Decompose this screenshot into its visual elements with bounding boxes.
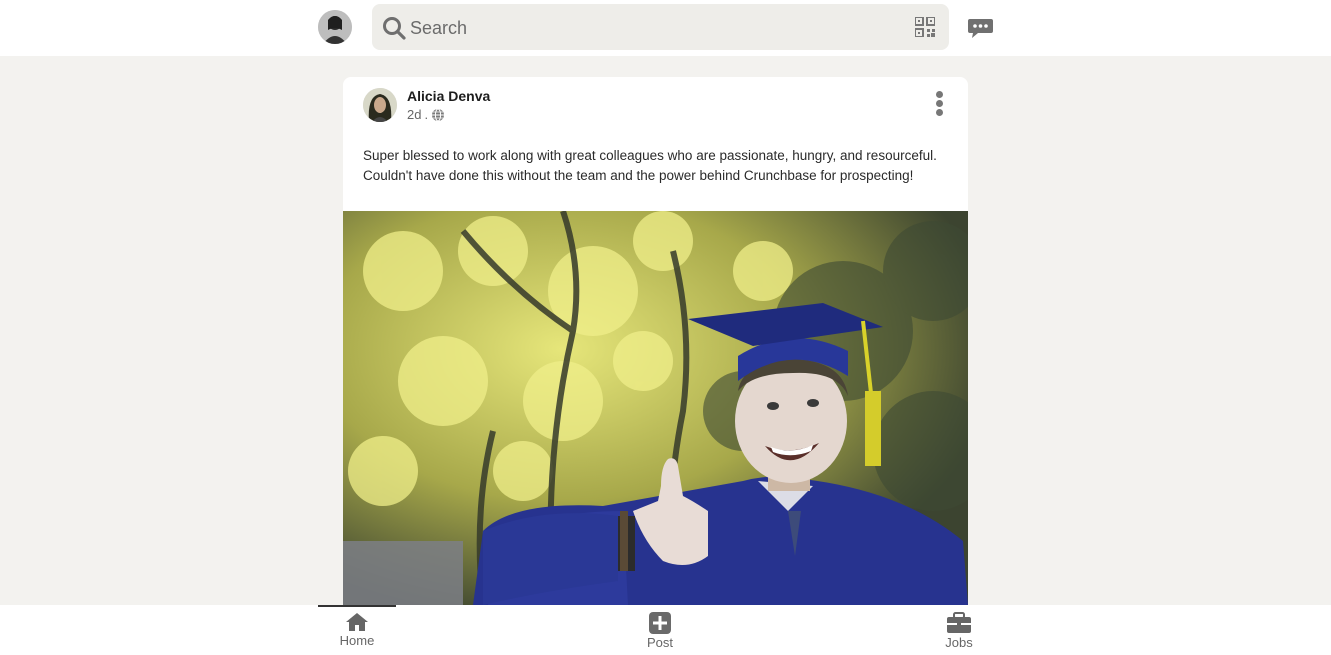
post-card: Alicia Denva 2d . Super blessed to work …: [343, 77, 968, 617]
qr-code-icon[interactable]: [915, 17, 935, 37]
author-avatar[interactable]: [363, 88, 397, 122]
active-tab-indicator: [318, 605, 396, 607]
nav-post-label: Post: [646, 635, 673, 650]
nav-post[interactable]: Post: [615, 609, 705, 653]
nav-jobs[interactable]: Jobs: [914, 609, 1004, 653]
search-input[interactable]: [408, 12, 892, 44]
home-icon: [346, 613, 368, 631]
messaging-icon[interactable]: [967, 16, 994, 40]
bottom-navigation: Home Post Jobs: [0, 605, 1331, 655]
post-age: 2d: [407, 107, 422, 122]
search-icon: [383, 17, 406, 40]
more-options-icon[interactable]: [933, 91, 945, 119]
post-meta: 2d .: [407, 107, 445, 122]
post-image[interactable]: [343, 211, 968, 605]
nav-home[interactable]: Home: [312, 609, 402, 653]
author-name[interactable]: Alicia Denva: [407, 88, 490, 104]
search-bar[interactable]: [372, 4, 949, 50]
meta-separator: .: [424, 107, 429, 122]
briefcase-icon: [947, 612, 971, 633]
nav-jobs-label: Jobs: [945, 635, 973, 650]
globe-icon: [432, 108, 445, 121]
nav-home-label: Home: [339, 633, 375, 648]
post-text: Super blessed to work along with great c…: [363, 148, 937, 183]
plus-square-icon: [649, 612, 671, 634]
top-bar: [0, 0, 1331, 56]
profile-avatar[interactable]: [318, 10, 352, 44]
